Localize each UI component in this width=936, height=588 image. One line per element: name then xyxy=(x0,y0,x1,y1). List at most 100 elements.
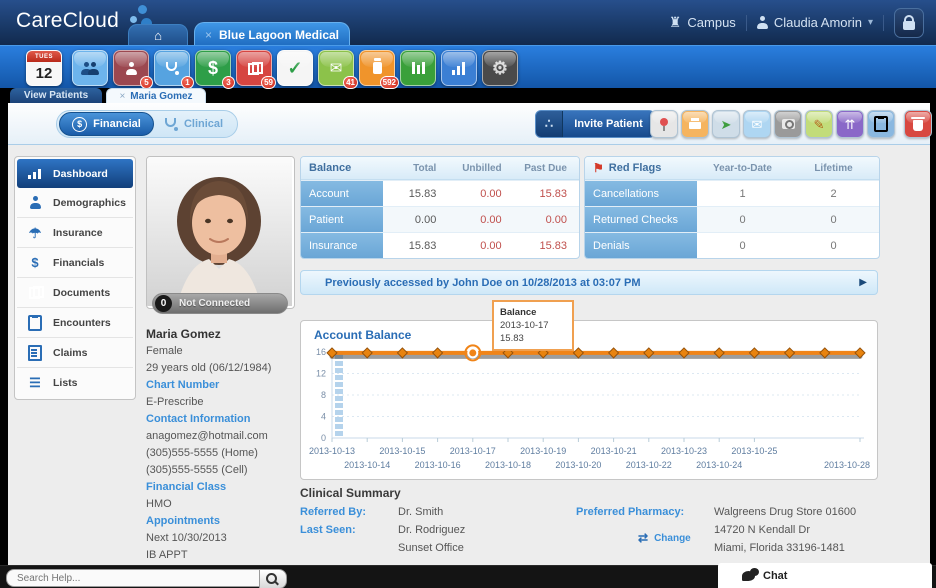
carecloud-logo[interactable]: CareCloud xyxy=(16,9,119,33)
footer-bar: Chat xyxy=(0,565,936,588)
print-icon[interactable] xyxy=(681,110,709,138)
svg-text:12: 12 xyxy=(316,369,326,379)
svg-text:0: 0 xyxy=(321,433,326,443)
financial-class-value: HMO xyxy=(146,496,298,513)
sidebar-item-documents[interactable]: Documents xyxy=(17,278,133,308)
chat-button[interactable]: Chat xyxy=(718,563,932,588)
calendar-tile[interactable]: TUES 12 xyxy=(26,50,62,86)
action-strip: $ Financial Clinical ∴ Invite Patient ➤✉… xyxy=(8,103,930,145)
sidebar-item-financials[interactable]: $Financials xyxy=(17,248,133,278)
tasks-check-icon[interactable]: ✓ xyxy=(277,50,313,86)
divider xyxy=(883,15,884,31)
clipboard-icon[interactable] xyxy=(867,110,895,138)
patient-name: Maria Gomez xyxy=(146,326,298,343)
sidebar-item-encounters[interactable]: Encounters xyxy=(17,308,133,338)
column-header: Total xyxy=(383,163,448,174)
help-search xyxy=(6,569,287,588)
next-appointment: Next 10/30/2013 xyxy=(146,530,298,547)
stethoscope-icon xyxy=(165,118,178,131)
appointments-link[interactable]: Appointments xyxy=(146,513,298,530)
first-day-bar xyxy=(335,389,343,394)
column-header: Lifetime xyxy=(788,163,879,174)
checkin-hand-icon[interactable]: 5 xyxy=(113,50,149,86)
delete-trash-icon[interactable] xyxy=(904,110,932,138)
search-button[interactable] xyxy=(259,569,287,588)
change-pharmacy-link[interactable]: ⇄ Change xyxy=(638,531,691,545)
camera-icon[interactable] xyxy=(774,110,802,138)
chart-plot: 04812162013-10-132013-10-152013-10-17201… xyxy=(302,340,874,483)
prescriptions-icon[interactable]: 592 xyxy=(359,50,395,86)
pharmacy-name: Walgreens Drug Store 01600 xyxy=(714,506,856,518)
user-menu[interactable]: Claudia Amorin ▾ xyxy=(757,15,873,30)
billing-dollar-icon[interactable]: $3 xyxy=(195,50,231,86)
mail-icon[interactable]: ✉ xyxy=(743,110,771,138)
merge-icon[interactable]: ⇈ xyxy=(836,110,864,138)
sidebar-item-dashboard[interactable]: Dashboard xyxy=(17,159,133,188)
shuffle-icon: ⇄ xyxy=(638,531,648,545)
svg-text:2013-10-13: 2013-10-13 xyxy=(309,446,355,456)
expand-arrow-icon[interactable]: ▶ xyxy=(859,277,877,288)
edit-pencil-icon[interactable]: ✎ xyxy=(805,110,833,138)
documents-icon xyxy=(26,286,44,299)
chart-number-link[interactable]: Chart Number xyxy=(146,377,298,394)
patient-age: 29 years old (06/12/1984) xyxy=(146,360,298,377)
svg-text:2013-10-18: 2013-10-18 xyxy=(485,460,531,470)
tab-view-patients[interactable]: View Patients xyxy=(10,88,102,103)
previously-accessed-banner[interactable]: Previously accessed by John Doe on 10/28… xyxy=(300,270,878,295)
svg-text:2013-10-21: 2013-10-21 xyxy=(591,446,637,456)
contact-information-link[interactable]: Contact Information xyxy=(146,411,298,428)
svg-text:2013-10-16: 2013-10-16 xyxy=(415,460,461,470)
close-icon[interactable]: × xyxy=(205,28,212,42)
close-icon[interactable]: × xyxy=(119,91,125,102)
app-toolbar: TUES 12 51$359✓✉41592 ⚙ xyxy=(0,45,936,88)
export-icon[interactable]: ➤ xyxy=(712,110,740,138)
sidebar-item-demographics[interactable]: Demographics xyxy=(17,188,133,218)
search-help-input[interactable] xyxy=(6,569,259,587)
home-tab[interactable]: ⌂ xyxy=(128,24,188,46)
campus-label: Campus xyxy=(687,15,735,30)
patient-photo xyxy=(146,156,295,309)
documents-icon[interactable]: 59 xyxy=(236,50,272,86)
stethoscope-icon[interactable]: 1 xyxy=(154,50,190,86)
last-seen-provider: Dr. Rodriguez xyxy=(398,524,465,536)
tab-financial[interactable]: $ Financial xyxy=(59,112,154,136)
dollar-coin-icon: $ xyxy=(72,117,87,132)
tab-patient[interactable]: × Maria Gomez xyxy=(106,88,206,104)
chat-label: Chat xyxy=(763,570,787,582)
header-right: ♜ Campus Claudia Amorin ▾ xyxy=(669,0,924,45)
library-icon[interactable] xyxy=(400,50,436,86)
table-row: Cancellations12 xyxy=(585,180,879,206)
tab-label: Maria Gomez xyxy=(130,91,192,102)
settings-gear-icon[interactable]: ⚙ xyxy=(482,50,518,86)
sidebar-item-lists[interactable]: ☰Lists xyxy=(17,368,133,397)
lock-icon xyxy=(903,21,915,30)
lock-button[interactable] xyxy=(894,8,924,38)
invite-patient-button[interactable]: ∴ Invite Patient xyxy=(535,110,655,138)
calendar-weekday: TUES xyxy=(27,51,61,62)
financials-icon: $ xyxy=(26,256,44,269)
sidebar-item-label: Claims xyxy=(53,347,87,359)
sidebar-item-claims[interactable]: Claims xyxy=(17,338,133,368)
campus-link[interactable]: ♜ Campus xyxy=(669,14,736,31)
preferred-pharmacy-label: Preferred Pharmacy: xyxy=(576,506,684,518)
clinical-summary-title: Clinical Summary xyxy=(300,486,401,500)
table-row: Denials00 xyxy=(585,232,879,258)
svg-text:2013-10-14: 2013-10-14 xyxy=(344,460,390,470)
sidebar-item-insurance[interactable]: ☂Insurance xyxy=(17,218,133,248)
svg-text:2013-10-20: 2013-10-20 xyxy=(555,460,601,470)
first-day-bar xyxy=(335,368,343,373)
svg-text:2013-10-25: 2013-10-25 xyxy=(731,446,777,456)
financial-class-link[interactable]: Financial Class xyxy=(146,479,298,496)
office-tab[interactable]: × Blue Lagoon Medical xyxy=(194,22,350,46)
dashboard-icon xyxy=(26,169,44,179)
people-icon[interactable] xyxy=(72,50,108,86)
tooltip-date: 2013-10-17 xyxy=(500,319,566,332)
map-pin-icon[interactable] xyxy=(650,110,678,138)
change-label: Change xyxy=(654,533,691,544)
svg-text:4: 4 xyxy=(321,412,326,422)
top-header: CareCloud ⌂ × Blue Lagoon Medical ♜ Camp… xyxy=(0,0,936,45)
svg-text:2013-10-15: 2013-10-15 xyxy=(379,446,425,456)
messages-icon[interactable]: ✉41 xyxy=(318,50,354,86)
reports-chart-icon[interactable] xyxy=(441,50,477,86)
tab-clinical[interactable]: Clinical xyxy=(154,112,234,136)
